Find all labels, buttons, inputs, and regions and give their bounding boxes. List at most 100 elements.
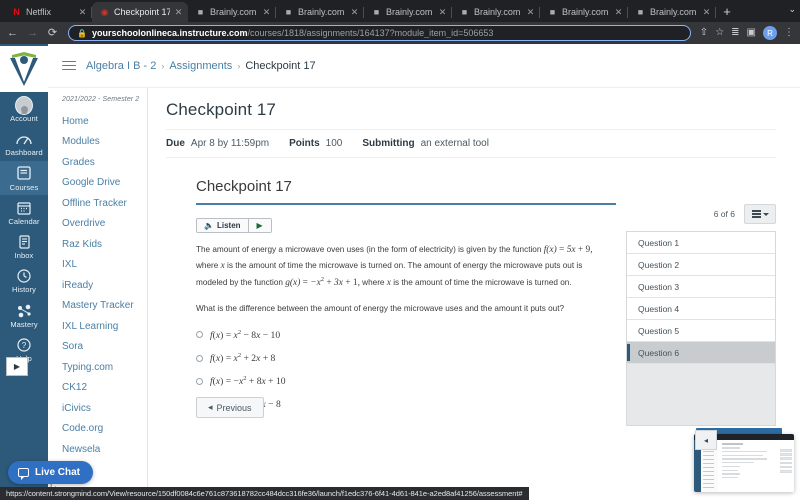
tab-close-icon[interactable]: ✕: [614, 8, 623, 17]
breadcrumb-course[interactable]: Algebra I B - 2: [86, 60, 156, 72]
canvas-global-nav: Account Dashboard Courses Calendar Inbox: [0, 44, 48, 500]
course-navigation: 2021/2022 - Semester 2 Home Modules Grad…: [48, 88, 148, 500]
term-label: 2021/2022 - Semester 2: [62, 96, 147, 103]
course-nav-item-mastery-tracker[interactable]: Mastery Tracker: [62, 296, 147, 317]
answer-choice[interactable]: f(x) = x2 − 8x − 10: [196, 329, 616, 341]
course-nav-item-modules[interactable]: Modules: [62, 132, 147, 153]
breadcrumb-assignments[interactable]: Assignments: [169, 60, 232, 72]
sidebar-item-account[interactable]: Account: [0, 92, 48, 126]
course-nav-item-home[interactable]: Home: [62, 111, 147, 132]
new-tab-button[interactable]: +: [716, 2, 738, 22]
tab-title: Netflix: [26, 7, 74, 17]
breadcrumb-separator: ›: [237, 61, 240, 71]
course-nav-item-overdrive[interactable]: Overdrive: [62, 214, 147, 235]
radio-button[interactable]: [196, 355, 203, 362]
live-chat-button[interactable]: Live Chat: [8, 461, 93, 484]
radio-button[interactable]: [196, 331, 203, 338]
course-nav-item-sora[interactable]: Sora: [62, 337, 147, 358]
sidebar-item-history[interactable]: History: [0, 263, 48, 297]
bookmark-star-icon[interactable]: ☆: [715, 28, 724, 38]
tab-close-icon[interactable]: ✕: [438, 8, 447, 17]
browser-tab[interactable]: ■ Brainly.com - ✕: [628, 2, 716, 22]
tab-list-chevron-icon[interactable]: ⌄: [788, 4, 796, 15]
sidebar-item-label: Mastery: [10, 321, 37, 329]
question-list-item[interactable]: Question 3: [627, 276, 775, 298]
tab-close-icon[interactable]: ✕: [702, 8, 711, 17]
play-button[interactable]: ▶: [249, 219, 271, 232]
question-list-item-active[interactable]: Question 6: [627, 342, 775, 364]
course-nav-item-grades[interactable]: Grades: [62, 152, 147, 173]
tab-close-icon[interactable]: ✕: [262, 8, 271, 17]
question-list-menu-button[interactable]: [744, 204, 776, 224]
share-icon[interactable]: ⇧: [700, 28, 708, 38]
browser-tab[interactable]: N Netflix ✕: [4, 2, 92, 22]
question-list-item[interactable]: Question 4: [627, 298, 775, 320]
brainly-icon: ■: [283, 7, 294, 18]
answer-choice[interactable]: f(x) = x2 + 2x + 8: [196, 352, 616, 364]
question-list-item[interactable]: Question 1: [627, 232, 775, 254]
back-button[interactable]: ←: [6, 28, 19, 39]
question-area: 🔈 Listen ▶ The amount of energy a microw…: [196, 203, 616, 411]
browser-tab-active[interactable]: ◉ Checkpoint 17 ✕: [92, 2, 188, 22]
course-nav-item-code-org[interactable]: Code.org: [62, 419, 147, 440]
listen-toolbar[interactable]: 🔈 Listen ▶: [196, 218, 272, 233]
sidebar-item-courses[interactable]: Courses: [0, 161, 48, 195]
tab-title: Brainly.com -: [474, 7, 522, 17]
tab-close-icon[interactable]: ✕: [174, 8, 183, 17]
browser-tab[interactable]: ■ Brainly.com - ✕: [540, 2, 628, 22]
choice-label: f(x) = x2 − 8x − 10: [210, 329, 280, 341]
sidebar-item-inbox[interactable]: Inbox: [0, 229, 48, 263]
profile-avatar[interactable]: R: [763, 26, 777, 40]
tab-close-icon[interactable]: ✕: [350, 8, 359, 17]
svg-text:?: ?: [22, 341, 27, 350]
overlay-previous-button[interactable]: ◂: [695, 430, 717, 450]
reading-list-icon[interactable]: ≣: [731, 28, 739, 38]
answer-choice[interactable]: f(x) = −x2 + 8x + 10: [196, 375, 616, 387]
browser-tab[interactable]: ■ Brainly.com - ✕: [276, 2, 364, 22]
tab-close-icon[interactable]: ✕: [526, 8, 535, 17]
course-nav-item-google-drive[interactable]: Google Drive: [62, 173, 147, 194]
assignment-meta: Due Apr 8 by 11:59pm Points 100 Submitti…: [166, 129, 776, 158]
radio-button[interactable]: [196, 378, 203, 385]
course-nav-item-iready[interactable]: iReady: [62, 275, 147, 296]
previous-button[interactable]: ◂ Previous: [196, 397, 264, 418]
previous-label: Previous: [217, 403, 252, 413]
school-crest-logo[interactable]: [0, 46, 48, 92]
browser-tab[interactable]: ■ Brainly.com - ✕: [452, 2, 540, 22]
chrome-menu-icon[interactable]: ⋮: [784, 28, 794, 38]
sidebar-item-calendar[interactable]: Calendar: [0, 195, 48, 229]
course-nav-item-offline-tracker[interactable]: Offline Tracker: [62, 193, 147, 214]
forward-button[interactable]: →: [26, 28, 39, 39]
side-panel-icon[interactable]: ▣: [747, 28, 756, 38]
question-list-item[interactable]: Question 5: [627, 320, 775, 342]
tab-close-icon[interactable]: ✕: [78, 8, 87, 17]
course-nav-item-icivics[interactable]: iCivics: [62, 398, 147, 419]
submitting-label: Submitting: [362, 138, 414, 149]
chat-bubble-icon: [18, 468, 29, 477]
choice-label: f(x) = −x2 + 8x + 10: [210, 375, 286, 387]
help-flyout-tab[interactable]: ▶: [6, 357, 28, 376]
tab-title: Brainly.com -: [386, 7, 434, 17]
address-bar[interactable]: 🔒 yourschoolonlineca.instructure.com/cou…: [68, 25, 691, 41]
course-nav-item-typing-com[interactable]: Typing.com: [62, 357, 147, 378]
page-title: Checkpoint 17: [166, 100, 776, 120]
course-nav-item-ck12[interactable]: CK12: [62, 378, 147, 399]
question-list-item[interactable]: Question 2: [627, 254, 775, 276]
course-nav-item-raz-kids[interactable]: Raz Kids: [62, 234, 147, 255]
browser-toolbar: ← → ⟳ 🔒 yourschoolonlineca.instructure.c…: [0, 22, 800, 44]
course-nav-item-newsela[interactable]: Newsela: [62, 439, 147, 460]
hamburger-menu-icon[interactable]: [62, 61, 76, 71]
sidebar-item-label: Dashboard: [5, 149, 43, 157]
sidebar-item-dashboard[interactable]: Dashboard: [0, 126, 48, 160]
reload-button[interactable]: ⟳: [46, 28, 59, 39]
course-nav-item-ixl[interactable]: IXL: [62, 255, 147, 276]
browser-tab[interactable]: ■ Brainly.com - ✕: [364, 2, 452, 22]
question-navigator: 6 of 6 Question 1 Question 2 Question 3 …: [626, 203, 776, 426]
browser-tab[interactable]: ■ Brainly.com - ✕: [188, 2, 276, 22]
course-nav-item-ixl-learning[interactable]: IXL Learning: [62, 316, 147, 337]
courses-icon: [15, 165, 33, 183]
listen-button[interactable]: 🔈 Listen: [197, 219, 249, 232]
canvas-icon: ◉: [99, 7, 110, 18]
sidebar-item-mastery[interactable]: Mastery: [0, 298, 48, 332]
points-label: Points: [289, 138, 320, 149]
